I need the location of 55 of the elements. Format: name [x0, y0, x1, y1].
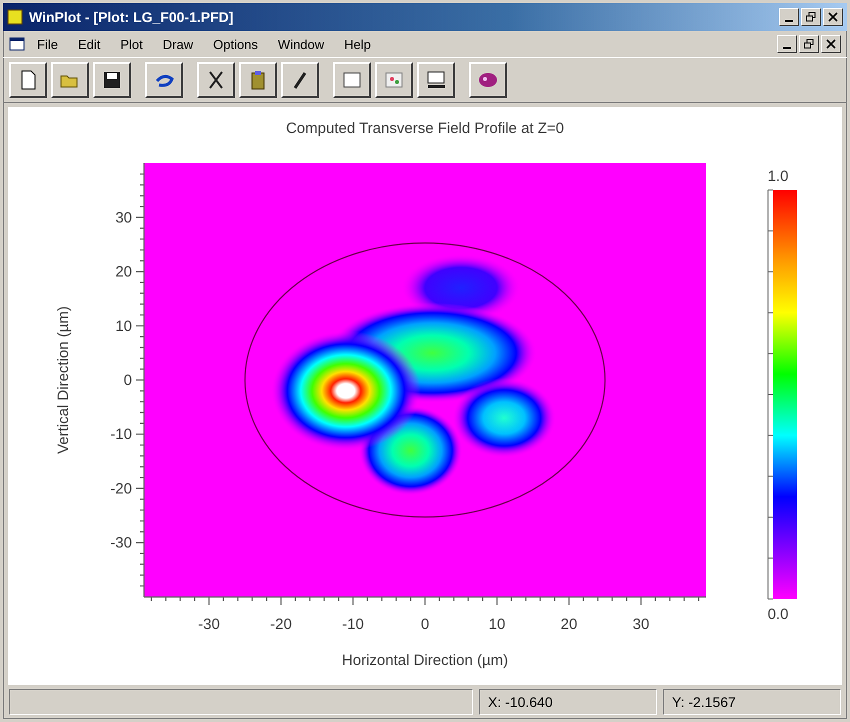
tick-label: 0 [420, 616, 430, 633]
toolbar-button[interactable] [93, 62, 131, 98]
toolbar-button[interactable] [9, 62, 47, 98]
tick-label: -30 [198, 616, 220, 633]
toolbar-button[interactable] [333, 62, 371, 98]
menu-item[interactable]: Options [205, 34, 266, 54]
toolbar-button[interactable] [281, 62, 319, 98]
minimize-icon [785, 20, 793, 22]
window-title: WinPlot - [Plot: LG_F00-1.PFD] [29, 9, 234, 25]
tick-label: -20 [110, 480, 132, 498]
close-button[interactable] [823, 8, 843, 26]
tick-label: -20 [270, 616, 292, 633]
scale-label: 1.0 [768, 168, 788, 185]
status-text: Y: -2.1567 [663, 689, 841, 715]
tick-label: 0 [124, 372, 132, 389]
menu-item[interactable]: File [29, 34, 66, 54]
status-text: X: -10.640 [479, 689, 657, 715]
monitor-icon [425, 69, 447, 91]
menu-item[interactable]: Help [336, 34, 379, 54]
toolbar-button[interactable] [51, 62, 89, 98]
tick-label: 20 [115, 264, 132, 281]
tick-label: -10 [342, 616, 364, 633]
app-icon [7, 9, 23, 25]
tick-label: 30 [632, 616, 650, 633]
menu-item[interactable]: Window [270, 34, 332, 54]
close-button[interactable] [821, 35, 841, 53]
restore-icon [806, 12, 816, 22]
toolbar-button[interactable] [145, 62, 183, 98]
menu-item[interactable]: Plot [112, 34, 151, 54]
tick-label: 10 [115, 318, 132, 335]
minimize-button[interactable] [779, 8, 799, 26]
toolbar-button[interactable] [469, 62, 507, 98]
minimize-button[interactable] [777, 35, 797, 53]
axis-label: Horizontal Direction (µm) [342, 652, 508, 669]
toolbar-button[interactable] [239, 62, 277, 98]
tick-label: 30 [115, 209, 132, 226]
document-icon [9, 36, 25, 52]
tick-label: -10 [110, 426, 132, 444]
toolbar-button[interactable] [197, 62, 235, 98]
restore-icon [804, 39, 814, 49]
tick-label: 20 [560, 616, 578, 633]
restore-button[interactable] [801, 8, 821, 26]
toolbar-button[interactable] [417, 62, 455, 98]
restore-button[interactable] [799, 35, 819, 53]
toolbar-button[interactable] [375, 62, 413, 98]
close-icon [826, 39, 836, 49]
menu-item[interactable]: Draw [154, 34, 202, 54]
scale-label: 0.0 [768, 606, 788, 623]
minimize-icon [783, 46, 791, 48]
plot-title: Computed Transverse Field Profile at Z=0 [286, 120, 564, 137]
menu-item[interactable]: Edit [70, 34, 108, 54]
axis-label: Vertical Direction (µm) [55, 306, 72, 454]
tick-label: -30 [110, 534, 132, 552]
close-icon [828, 12, 838, 22]
tick-label: 10 [488, 616, 506, 633]
